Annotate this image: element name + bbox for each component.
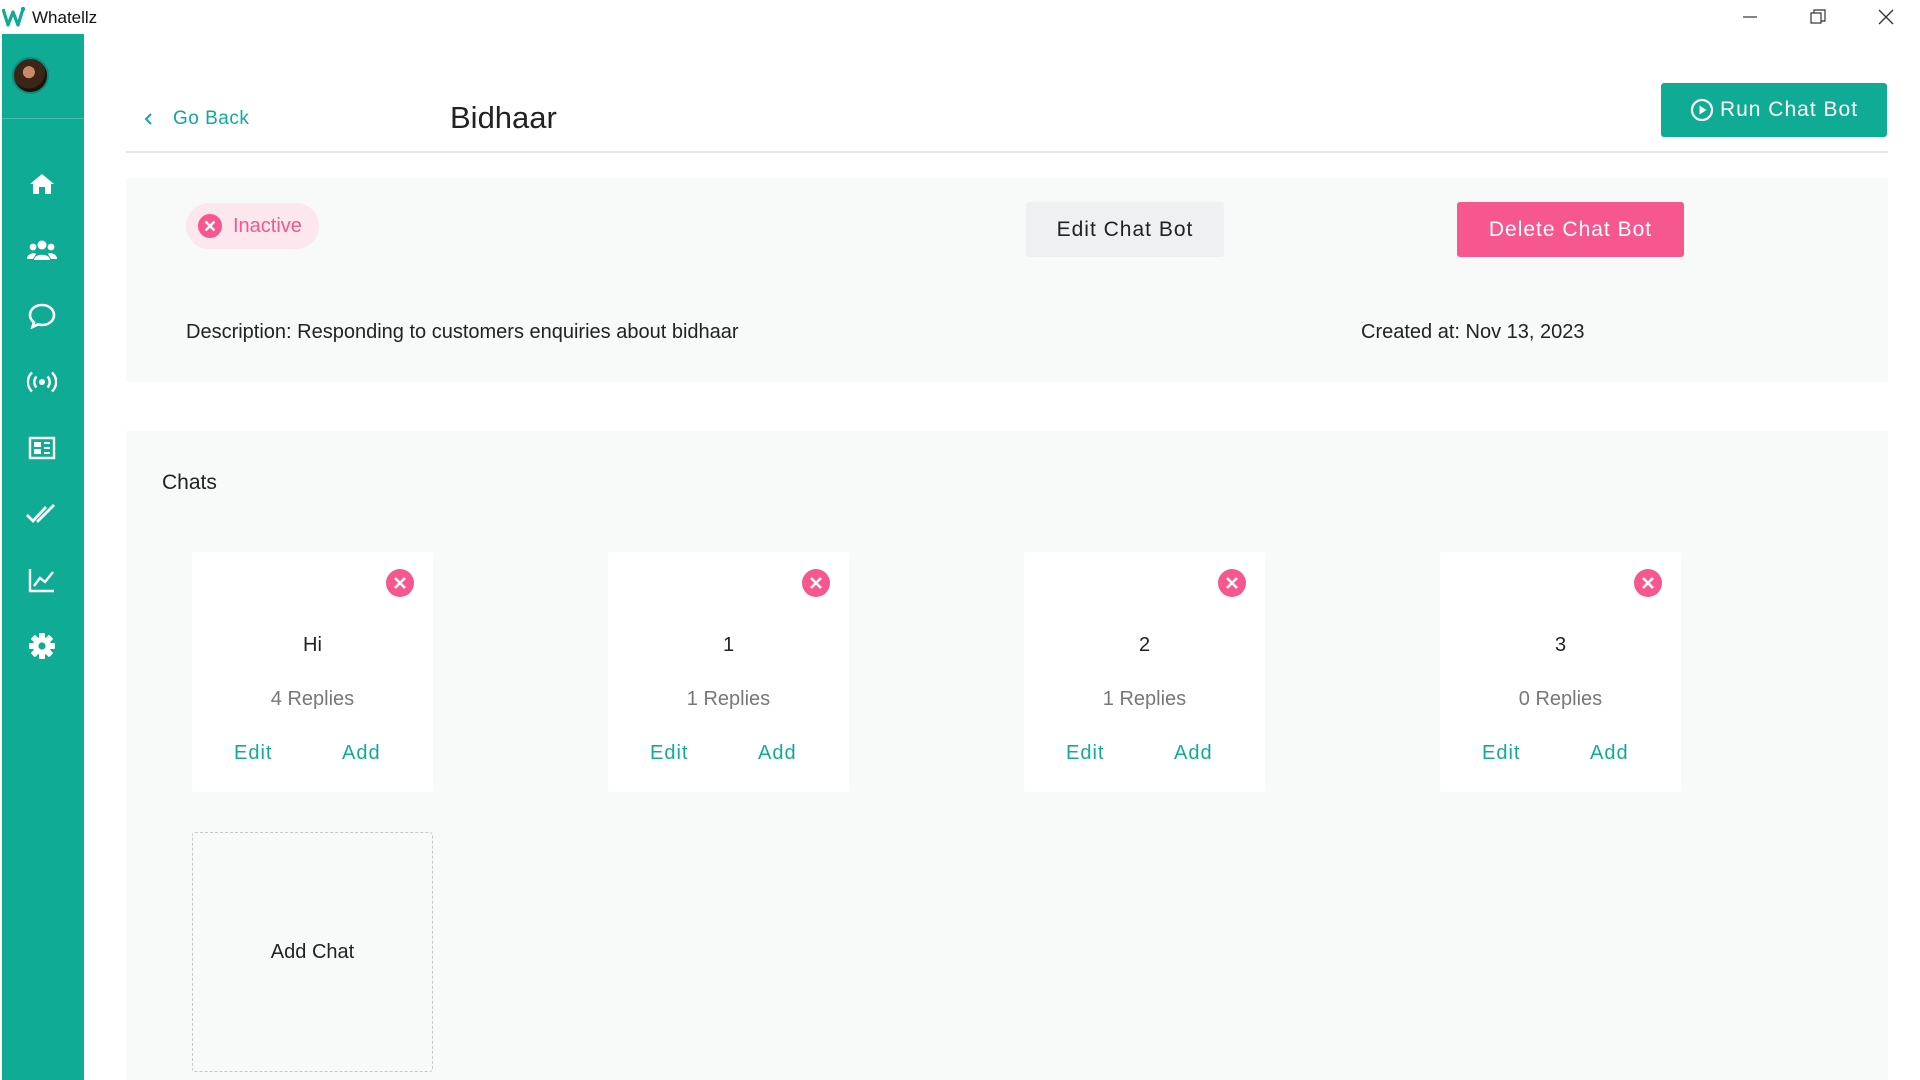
play-circle-icon [1690, 98, 1714, 122]
run-chat-bot-button[interactable]: Run Chat Bot [1661, 83, 1887, 137]
users-icon [27, 240, 57, 260]
edit-chat-link[interactable]: Edit [1066, 742, 1104, 765]
sidebar-item-contacts[interactable] [18, 228, 66, 272]
sidebar-item-broadcast[interactable] [18, 360, 66, 404]
analytics-icon [28, 569, 54, 593]
restore-icon [1810, 9, 1826, 24]
sidebar-divider [2, 118, 84, 119]
remove-chat-icon[interactable] [801, 568, 831, 598]
sidebar [2, 34, 84, 1080]
add-reply-link[interactable]: Add [1590, 742, 1629, 765]
sidebar-item-delivered[interactable] [18, 492, 66, 536]
sidebar-item-home[interactable] [18, 162, 66, 206]
sidebar-item-analytics[interactable] [18, 558, 66, 602]
app-logo-icon [2, 6, 26, 27]
delete-chat-bot-button[interactable]: Delete Chat Bot [1457, 202, 1684, 257]
chat-name: 2 [1138, 634, 1151, 656]
chat-card: Hi 4 Replies Edit Add [192, 552, 433, 792]
edit-chat-link[interactable]: Edit [1482, 742, 1520, 765]
chat-replies-count: 4 Replies [270, 688, 355, 710]
chat-name: Hi [303, 634, 322, 656]
inactive-x-icon [198, 214, 222, 238]
bot-description: Description: Responding to customers enq… [186, 321, 739, 343]
chat-name: 1 [722, 634, 735, 656]
bot-created-date: Created at: Nov 13, 2023 [1361, 321, 1585, 343]
window-titlebar: Whatellz [0, 0, 1920, 36]
chat-replies-count: 0 Replies [1518, 688, 1603, 710]
run-chat-bot-label: Run Chat Bot [1719, 98, 1859, 121]
chat-replies-count: 1 Replies [686, 688, 771, 710]
templates-icon [28, 436, 56, 460]
home-icon [30, 174, 54, 194]
edit-chat-link[interactable]: Edit [650, 742, 688, 765]
header-divider [126, 151, 1888, 153]
status-label: Inactive [233, 214, 302, 237]
remove-chat-icon[interactable] [1633, 568, 1663, 598]
chat-card: 2 1 Replies Edit Add [1024, 552, 1265, 792]
remove-chat-icon[interactable] [1217, 568, 1247, 598]
settings-icon [29, 633, 55, 659]
sidebar-item-templates[interactable] [18, 426, 66, 470]
add-chat-label: Add Chat [270, 940, 355, 963]
app-title: Whatellz [32, 8, 98, 27]
page-title: Bidhaar [450, 100, 557, 135]
chats-panel: Chats Hi 4 Replies Edit Add 1 1 Replies … [126, 431, 1888, 1080]
chat-card: 3 0 Replies Edit Add [1440, 552, 1681, 792]
restore-button[interactable] [1784, 0, 1852, 34]
remove-chat-icon[interactable] [385, 568, 415, 598]
edit-chat-bot-button[interactable]: Edit Chat Bot [1026, 202, 1224, 257]
chats-heading: Chats [162, 471, 217, 494]
chat-card: 1 1 Replies Edit Add [608, 552, 849, 792]
go-back-label: Go Back [173, 108, 250, 129]
double-check-icon [26, 504, 55, 524]
chevron-left-icon [144, 113, 152, 125]
close-icon [1878, 9, 1894, 25]
chat-bubble-icon [28, 303, 56, 329]
add-chat-button[interactable]: Add Chat [192, 832, 433, 1072]
go-back-link[interactable]: Go Back [144, 108, 249, 130]
add-reply-link[interactable]: Add [1174, 742, 1213, 765]
close-window-button[interactable] [1852, 0, 1920, 34]
minimize-icon [1743, 16, 1757, 18]
sidebar-item-settings[interactable] [18, 624, 66, 668]
add-reply-link[interactable]: Add [758, 742, 797, 765]
user-avatar[interactable] [12, 57, 49, 94]
edit-chat-link[interactable]: Edit [234, 742, 272, 765]
add-reply-link[interactable]: Add [342, 742, 381, 765]
status-badge: Inactive [186, 203, 319, 249]
chat-replies-count: 1 Replies [1102, 688, 1187, 710]
broadcast-icon [27, 371, 57, 393]
bot-info-card: Inactive Edit Chat Bot Delete Chat Bot D… [126, 178, 1888, 382]
minimize-button[interactable] [1716, 0, 1784, 34]
sidebar-item-chats[interactable] [18, 294, 66, 338]
chat-name: 3 [1554, 634, 1567, 656]
